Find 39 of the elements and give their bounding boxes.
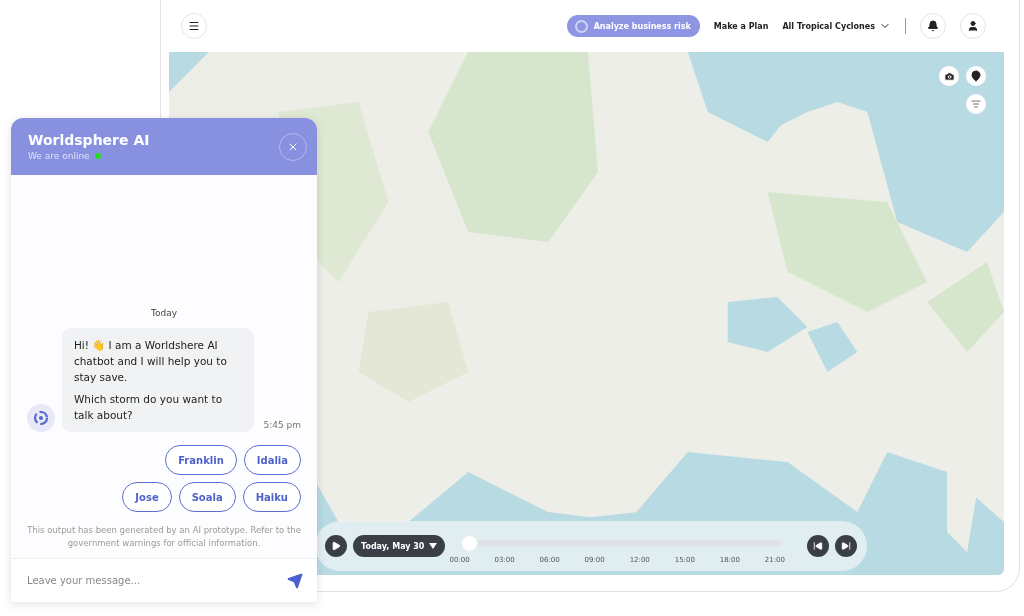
- swirl-icon: [32, 410, 49, 426]
- user-icon: [967, 20, 979, 32]
- bell-icon: [927, 20, 939, 32]
- suggestion-chip[interactable]: Idalia: [243, 445, 301, 475]
- filter-icon: [971, 99, 981, 109]
- ring-icon: [574, 19, 588, 33]
- send-button[interactable]: [287, 572, 303, 589]
- menu-icon: [188, 20, 200, 32]
- message-time: 5:45 pm: [263, 420, 301, 430]
- menu-button[interactable]: [181, 13, 207, 39]
- time-slider[interactable]: [461, 534, 781, 552]
- plan-link[interactable]: Make a Plan: [713, 21, 769, 31]
- date-dropdown[interactable]: Today, May 30: [353, 535, 446, 557]
- message-input[interactable]: Leave your message...: [27, 575, 287, 586]
- message-text: Which storm do you want to talk about?: [73, 392, 224, 423]
- chat-status: We are online: [28, 151, 90, 161]
- profile-button[interactable]: [960, 13, 986, 39]
- notifications-button[interactable]: [920, 13, 946, 39]
- suggestion-chip[interactable]: Franklin: [165, 445, 237, 475]
- camera-icon: [943, 70, 955, 82]
- chat-title: Worldsphere AI: [28, 132, 151, 148]
- skip-forward-button[interactable]: [835, 535, 857, 557]
- analyze-button[interactable]: Analyze business risk: [566, 15, 700, 37]
- play-button[interactable]: [325, 535, 347, 557]
- suggestion-chip[interactable]: Haiku: [242, 482, 301, 512]
- skip-forward-icon: [841, 541, 851, 551]
- suggestion-chip[interactable]: Soala: [178, 482, 236, 512]
- skip-back-icon: [813, 541, 823, 551]
- play-icon: [331, 541, 341, 551]
- suggestion-chip[interactable]: Jose: [122, 482, 172, 512]
- caret-icon: [429, 543, 438, 549]
- slider-thumb[interactable]: [461, 534, 479, 552]
- storm-filter-dropdown[interactable]: All Tropical Cyclones: [782, 20, 891, 32]
- message-text: Hi! 👋 I am a Worldshere AI chatbot and I will help you to stay save.: [73, 338, 228, 385]
- skip-back-button[interactable]: [807, 535, 829, 557]
- disclaimer-text: This output has been generated by an AI prototype. Refer to the government warnings for official information.: [27, 524, 301, 550]
- map-pin-icon: [970, 70, 982, 82]
- day-label: Today: [150, 308, 178, 318]
- send-icon: [287, 572, 303, 589]
